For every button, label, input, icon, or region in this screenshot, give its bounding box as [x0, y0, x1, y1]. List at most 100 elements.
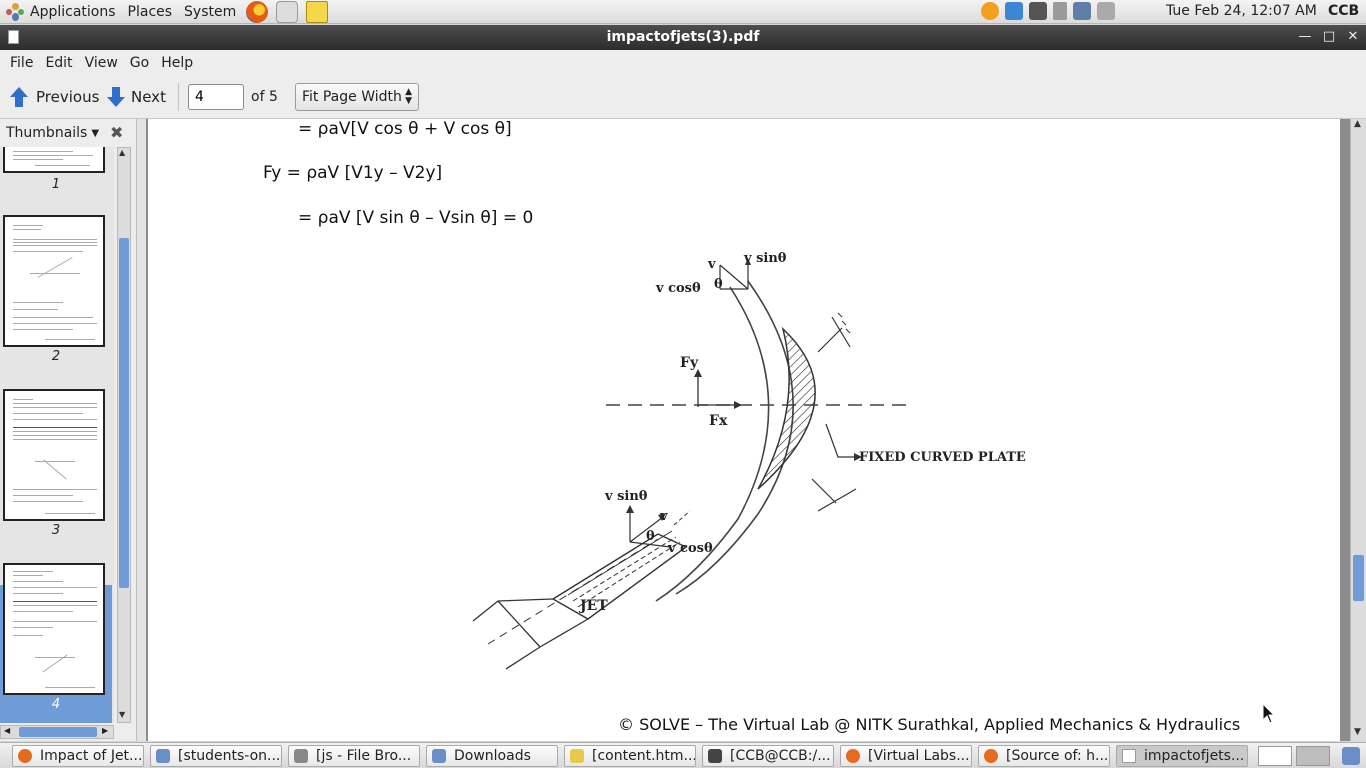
- close-icon[interactable]: ✕: [1344, 28, 1362, 46]
- up-arrow-icon: [10, 87, 30, 107]
- zoom-value: Fit Page Width: [302, 89, 402, 105]
- task-label: [students-on...: [178, 748, 281, 764]
- label-theta-bottom: θ: [646, 529, 655, 544]
- window-title: impactofjets(3).pdf: [606, 29, 760, 45]
- thumbnail-label-4: 4: [51, 697, 61, 712]
- display-icon[interactable]: [1029, 2, 1047, 20]
- thumbnail-page-2[interactable]: [3, 215, 105, 347]
- sidebar-splitter[interactable]: [137, 119, 146, 741]
- zoom-select[interactable]: Fit Page Width ▲ ▼: [295, 83, 419, 111]
- previous-label: Previous: [36, 88, 100, 106]
- menu-go[interactable]: Go: [124, 55, 155, 71]
- label-v-bottom: v: [660, 509, 668, 524]
- window-titlebar[interactable]: impactofjets(3).pdf — □ ✕: [0, 25, 1366, 50]
- sidebar-header: Thumbnails ▼ ✖: [0, 119, 137, 147]
- task-virtual-labs[interactable]: [Virtual Labs...: [840, 745, 972, 767]
- scroll-up-icon[interactable]: ▲: [1354, 119, 1361, 129]
- scroll-left-icon[interactable]: ◀: [4, 726, 10, 735]
- firefox-launcher-icon[interactable]: [246, 0, 269, 23]
- equation-fy-expanded: = ρaV [V sin θ – Vsin θ] = 0: [298, 208, 534, 228]
- page-count-label: of 5: [251, 89, 278, 105]
- scroll-down-icon[interactable]: ▼: [1354, 727, 1361, 737]
- applications-menu[interactable]: Applications: [0, 0, 122, 24]
- places-menu[interactable]: Places: [122, 0, 179, 24]
- menu-file[interactable]: File: [4, 55, 39, 71]
- thumbnail-scroll-thumb[interactable]: [119, 238, 129, 588]
- task-label: [Source of: h...: [1006, 748, 1109, 764]
- pdf-page: = ρaV[V cos θ + V cos θ] Fy = ρaV [V1y –…: [148, 119, 1340, 741]
- thumbnail-label-1: 1: [51, 177, 61, 192]
- thumbnail-page-4[interactable]: [3, 563, 105, 695]
- menubar: File Edit View Go Help: [0, 50, 1366, 75]
- firefox-icon: [18, 749, 32, 763]
- task-label: Impact of Jet...: [40, 748, 143, 764]
- previous-button[interactable]: Previous: [10, 83, 99, 111]
- thumbnail-vertical-scrollbar[interactable]: ▲ ▼: [117, 147, 131, 723]
- applications-label: Applications: [30, 3, 116, 20]
- equation-fx-expanded: = ρaV[V cos θ + V cos θ]: [298, 119, 512, 139]
- system-menu[interactable]: System: [178, 0, 242, 24]
- document-view[interactable]: = ρaV[V cos θ + V cos θ] Fy = ρaV [V1y –…: [146, 119, 1350, 741]
- folder-icon: [432, 749, 446, 763]
- folder-icon: [156, 749, 170, 763]
- maximize-icon[interactable]: □: [1320, 28, 1338, 46]
- terminal-icon: [708, 749, 722, 763]
- workspace-2[interactable]: [1296, 746, 1330, 766]
- system-tray: [978, 2, 1118, 20]
- down-arrow-icon: [107, 87, 125, 107]
- label-fy: Fy: [680, 355, 699, 371]
- menu-edit[interactable]: Edit: [39, 55, 78, 71]
- horizontal-scroll-thumb[interactable]: [19, 727, 97, 737]
- task-js-file-browser[interactable]: [js - File Bro...: [288, 745, 420, 767]
- volume-icon[interactable]: [1053, 2, 1067, 20]
- task-content-html[interactable]: [content.htm...: [564, 745, 696, 767]
- mail-launcher-icon[interactable]: [276, 0, 299, 23]
- label-fx: Fx: [709, 413, 728, 429]
- trash-icon[interactable]: [1342, 747, 1360, 765]
- thumbnail-page-1[interactable]: [3, 147, 105, 173]
- top-panel: Applications Places System Tue Feb 24, 1…: [0, 0, 1366, 24]
- task-impactofjets-pdf[interactable]: impactofjets...: [1116, 745, 1248, 767]
- menu-help[interactable]: Help: [155, 55, 199, 71]
- network-icon[interactable]: [1073, 2, 1091, 20]
- task-label: impactofjets...: [1144, 748, 1245, 764]
- task-terminal[interactable]: [CCB@CCB:/...: [702, 745, 834, 767]
- document-scroll-thumb[interactable]: [1353, 555, 1364, 601]
- scroll-right-icon[interactable]: ▶: [102, 726, 108, 735]
- next-button[interactable]: Next: [107, 83, 166, 111]
- label-jet: JET: [580, 598, 608, 614]
- page-footer: © SOLVE – The Virtual Lab @ NITK Surathk…: [618, 715, 1241, 734]
- task-impact-of-jet[interactable]: Impact of Jet...: [12, 745, 144, 767]
- scroll-up-icon[interactable]: ▲: [119, 148, 125, 157]
- scroll-down-icon[interactable]: ▼: [119, 710, 125, 719]
- mouse-cursor-icon: [1262, 703, 1276, 724]
- thumbnail-list[interactable]: 1 2 3 4: [0, 147, 114, 723]
- clock[interactable]: Tue Feb 24, 12:07 AM: [1166, 3, 1317, 19]
- printer-icon[interactable]: [1097, 2, 1115, 20]
- spin-arrows-icon: ▲ ▼: [405, 87, 412, 106]
- firefox-icon: [984, 749, 998, 763]
- user-name[interactable]: CCB: [1328, 3, 1359, 19]
- thumbnail-horizontal-scrollbar[interactable]: ◀ ▶: [0, 725, 114, 739]
- workspace-1[interactable]: [1258, 746, 1292, 766]
- network-manager-icon[interactable]: [1005, 2, 1023, 20]
- task-source-of[interactable]: [Source of: h...: [978, 745, 1110, 767]
- equation-fy: Fy = ρaV [V1y – V2y]: [263, 163, 443, 183]
- task-downloads[interactable]: Downloads: [426, 745, 558, 767]
- thumbnail-page-3[interactable]: [3, 389, 105, 521]
- bottom-taskbar: Impact of Jet... [students-on... [js - F…: [0, 742, 1366, 768]
- label-vcos-bottom: v cosθ: [668, 541, 713, 556]
- menu-view[interactable]: View: [79, 55, 124, 71]
- close-sidebar-icon[interactable]: ✖: [110, 123, 123, 142]
- chevron-down-icon: ▼: [91, 127, 100, 139]
- notes-launcher-icon[interactable]: [306, 0, 329, 23]
- label-theta-top: θ: [714, 277, 723, 292]
- sidebar-mode-dropdown[interactable]: Thumbnails ▼: [6, 125, 99, 141]
- minimize-icon[interactable]: —: [1296, 28, 1314, 46]
- update-icon[interactable]: [981, 2, 999, 20]
- thumbnail-label-3: 3: [51, 523, 61, 538]
- places-label: Places: [127, 3, 173, 20]
- task-students-online[interactable]: [students-on...: [150, 745, 282, 767]
- document-vertical-scrollbar[interactable]: ▲ ▼: [1350, 119, 1366, 741]
- page-number-input[interactable]: [188, 84, 244, 110]
